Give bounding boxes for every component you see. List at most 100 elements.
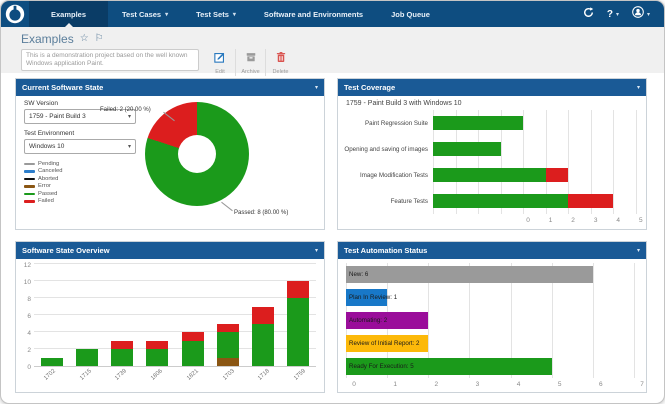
legend-marker [24, 185, 35, 188]
bar-segment-plan-in-review-1[interactable]: Plan In Review: 1 [346, 289, 397, 306]
bar-segment-error[interactable] [216, 357, 239, 366]
chevron-down-icon: ▾ [646, 11, 650, 18]
star-icon[interactable]: ☆ [80, 34, 89, 44]
x-tick-label: 1703 [221, 368, 236, 382]
stacked-bar-1759[interactable] [287, 281, 310, 366]
bar-segment-passed[interactable] [433, 142, 501, 156]
project-actions: Edit Archive Delete [205, 49, 295, 76]
bar-segment-passed[interactable] [181, 340, 204, 366]
legend-item-aborted: Aborted [24, 175, 136, 183]
bar-segment-failed[interactable] [545, 168, 569, 182]
bar-segment-failed[interactable] [146, 340, 169, 349]
app-window: Examples Test Cases ▾ Test Sets ▾ Software an… [0, 0, 665, 404]
nav-item-examples[interactable]: Examples [29, 1, 109, 27]
x-tick-label: 1759 [293, 368, 308, 382]
bar-segment-failed[interactable] [181, 332, 204, 341]
collapse-icon[interactable]: ▾ [315, 247, 318, 254]
x-tick-label: 7 [640, 381, 644, 388]
bar-segment-automating-2[interactable]: Automating: 2 [346, 312, 429, 329]
refresh-icon [583, 5, 594, 23]
stacked-bar-1703[interactable] [216, 323, 239, 366]
panel-header: Test Automation Status ▾ [338, 242, 646, 259]
stacked-bar-1715[interactable] [75, 349, 98, 366]
bar-segment-failed[interactable] [111, 340, 134, 349]
x-tick-label: 4 [616, 217, 621, 224]
bar-segment-passed[interactable] [146, 349, 169, 366]
category-label: Opening and saving of images [344, 145, 428, 153]
bar-segment-ready-for-execution-5[interactable]: Ready For Execution: 5 [346, 358, 552, 375]
nav-item-test-cases[interactable]: Test Cases ▾ [108, 1, 182, 27]
legend-item-failed: Failed [24, 198, 136, 206]
results-donut-chart[interactable] [145, 102, 249, 206]
category-label: Image Modification Tests [360, 171, 428, 179]
chevron-down-icon: ▾ [127, 114, 131, 120]
flag-icon[interactable]: ⚐ [95, 34, 104, 44]
stacked-bar-1821[interactable] [181, 332, 204, 366]
bar-segment-passed[interactable] [75, 349, 98, 366]
bar-segment-review-of-initial-report-2[interactable]: Review of Initial Report: 2 [346, 335, 429, 352]
user-icon [632, 5, 644, 23]
test-automation-chart[interactable]: New: 6 Plan In Review: 1 Automating: 2 Revi… [338, 263, 646, 391]
stacked-bar-1702[interactable] [40, 357, 63, 366]
nav-item-job-queue[interactable]: Job Queue [377, 1, 444, 27]
sw-version-label: SW Version [24, 100, 58, 107]
collapse-icon[interactable]: ▾ [315, 84, 318, 91]
bar-segment-failed[interactable] [568, 194, 614, 208]
panel-header: Test Coverage ▾ [338, 79, 646, 96]
delete-button[interactable]: Delete [265, 49, 295, 76]
legend-item-passed: Passed [24, 190, 136, 198]
legend-marker [24, 177, 35, 180]
bar-segment-passed[interactable] [216, 332, 239, 358]
bar-row-review-of-initial-report-2: Review of Initial Report: 2 [338, 332, 646, 355]
panel-test-coverage: Test Coverage ▾ 1759 - Paint Build 3 wit… [337, 78, 647, 230]
app-logo[interactable] [5, 4, 25, 24]
panel-header: Current Software State ▾ [16, 79, 324, 96]
test-environment-select[interactable]: Windows 10 ▾ [24, 139, 136, 154]
panel-title: Software State Overview [22, 246, 110, 255]
y-tick-label: 6 [27, 312, 31, 320]
bar-segment-passed[interactable] [111, 349, 134, 366]
bar-segment-new-6[interactable]: New: 6 [346, 266, 593, 283]
collapse-icon[interactable]: ▾ [637, 247, 640, 254]
bar-row-image-modification-tests: Image Modification Tests [338, 162, 646, 188]
stacked-bar-1739[interactable] [111, 340, 134, 366]
edit-button[interactable]: Edit [205, 49, 235, 76]
collapse-icon[interactable]: ▾ [637, 84, 640, 91]
refresh-button[interactable] [583, 5, 594, 23]
chevron-down-icon: ▾ [165, 11, 169, 18]
navbar-tools: ? ▾ ▾ [583, 5, 664, 23]
bar-segment-passed[interactable] [433, 116, 524, 130]
x-tick-label: 1715 [78, 368, 93, 382]
test-automation-status-body: New: 6 Plan In Review: 1 Automating: 2 Revi… [338, 259, 646, 392]
user-menu[interactable]: ▾ [632, 5, 650, 23]
bar-segment-passed[interactable] [252, 323, 275, 366]
chevron-down-icon: ▾ [615, 11, 619, 18]
x-tick-label: 3 [593, 217, 598, 224]
panel-software-state-overview: Software State Overview ▾ 0 2 4 6 8 10 12 1702… [15, 241, 325, 393]
x-tick-label: 5 [557, 381, 562, 388]
bar-segment-passed[interactable] [433, 168, 546, 182]
archive-button[interactable]: Archive [235, 49, 265, 76]
help-menu[interactable]: ? ▾ [607, 9, 619, 20]
bar-segment-passed[interactable] [433, 194, 569, 208]
x-tick-label: 4 [516, 381, 521, 388]
bar-segment-failed[interactable] [216, 323, 239, 332]
test-coverage-chart[interactable]: Paint Regression Suite Opening and saving… [338, 110, 646, 227]
help-icon: ? [606, 8, 613, 20]
software-state-overview-body: 0 2 4 6 8 10 12 1702 1715 1739 1806 1821 1703 1718 17… [16, 259, 324, 392]
panel-title: Test Automation Status [344, 246, 428, 255]
current-software-state-body: SW Version 1759 - Paint Build 3 ▾ Test E… [16, 96, 324, 229]
nav-item-software-and-environments[interactable]: Software and Environments [250, 1, 377, 27]
bar-segment-failed[interactable] [252, 306, 275, 324]
stacked-bar-1806[interactable] [146, 340, 169, 366]
bar-row-new-6: New: 6 [338, 263, 646, 286]
bar-segment-passed[interactable] [287, 298, 310, 366]
bar-segment-failed[interactable] [287, 281, 310, 298]
coverage-subtitle: 1759 - Paint Build 3 with Windows 10 [346, 100, 462, 107]
bar-segment-passed[interactable] [40, 357, 63, 366]
stacked-bar-1718[interactable] [252, 306, 275, 366]
software-state-overview-chart[interactable]: 0 2 4 6 8 10 12 [16, 259, 324, 371]
nav-item-test-sets[interactable]: Test Sets ▾ [182, 1, 250, 27]
status-legend: Pending Canceled Aborted Error Passed Failed [24, 160, 136, 205]
x-tick-label: 5 [638, 217, 643, 224]
